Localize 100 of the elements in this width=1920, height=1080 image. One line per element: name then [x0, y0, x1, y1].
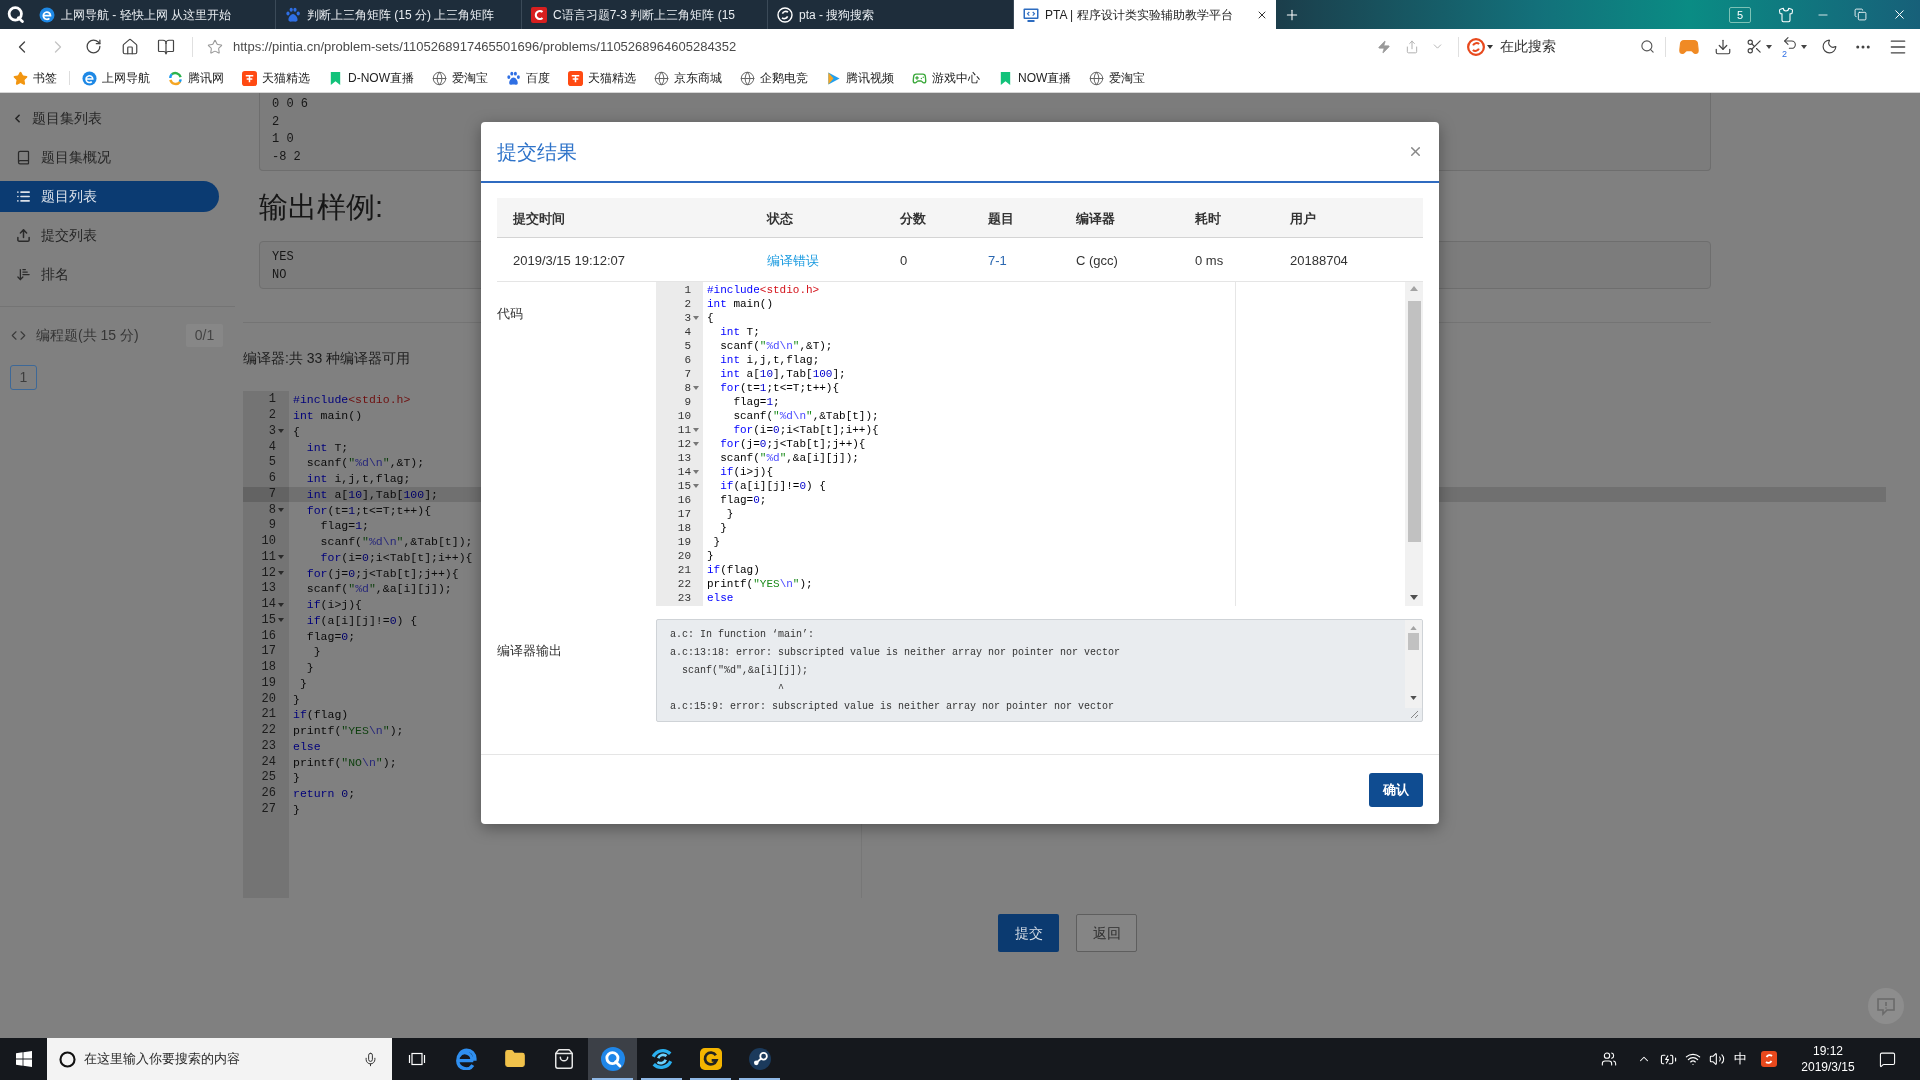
code-line: printf("YES\n"); — [707, 577, 813, 591]
code-line: int i,j,t,flag; — [719, 353, 820, 367]
line-number: 27 — [261, 801, 276, 817]
line-number: 22 — [261, 723, 276, 739]
table-cell: 0 ms — [1195, 252, 1224, 268]
code-line: flag=1; — [319, 518, 369, 534]
line-number: 10 — [677, 409, 691, 423]
line-number: 14 — [677, 465, 691, 479]
sample-line: YES — [272, 249, 294, 266]
column-header: 提交时间 — [513, 210, 565, 226]
line-number: 26 — [261, 786, 276, 802]
section-heading: 输出样例: — [259, 190, 384, 225]
code-line: #include<stdio.h> — [707, 283, 820, 297]
table-cell: 20188704 — [1290, 252, 1348, 268]
code-line: if(a[i][j]!=0) { — [305, 612, 418, 628]
line-number: 7 — [684, 367, 691, 381]
code-line: for(j=0;j<Tab[t];j++){ — [305, 565, 459, 581]
line-number: 14 — [261, 597, 276, 613]
line-number: 18 — [677, 521, 691, 535]
line-number: 11 — [261, 549, 276, 565]
line-number: 20 — [677, 549, 691, 563]
table-cell: 0 — [900, 252, 908, 268]
code-line: { — [707, 311, 714, 325]
line-number: 2 — [684, 297, 691, 311]
code-line: } — [712, 535, 721, 549]
code-line: } — [312, 644, 321, 660]
code-line: } — [293, 691, 300, 707]
line-number: 1 — [684, 283, 691, 297]
line-number: 11 — [677, 423, 691, 437]
code-line: int T; — [305, 439, 349, 455]
line-number: 21 — [261, 707, 276, 723]
line-number: 17 — [677, 507, 691, 521]
code-line: { — [293, 423, 300, 439]
line-number: 8 — [684, 381, 691, 395]
code-line: int a[10],Tab[100]; — [305, 486, 438, 502]
line-number: 23 — [677, 591, 691, 605]
code-line: printf("NO\n"); — [293, 754, 397, 770]
line-number: 24 — [261, 754, 276, 770]
code-line: if(a[i][j]!=0) { — [719, 479, 826, 493]
code-line: scanf("%d\n",&Tab[t]); — [732, 409, 879, 423]
line-number: 13 — [677, 451, 691, 465]
code-line: int T; — [719, 325, 760, 339]
line-number: 16 — [677, 493, 691, 507]
code-line: scanf("%d\n",&T); — [719, 339, 833, 353]
code-line: flag=0; — [305, 628, 356, 644]
code-line: } — [719, 521, 727, 535]
line-number: 18 — [261, 660, 276, 676]
code-line: scanf("%d",&a[i][j]); — [305, 581, 452, 597]
line-number: 6 — [684, 353, 691, 367]
line-number: 12 — [677, 437, 691, 451]
code-line: } — [305, 660, 314, 676]
compiler-note: 编译器:共 33 种编译器可用 — [243, 349, 411, 368]
output-line: a.c:13:18: error: subscripted value is neither array nor pointer nor vector — [670, 646, 1121, 660]
line-number: 9 — [684, 395, 691, 409]
code-line: for(t=1;t<=T;t++){ — [305, 502, 432, 518]
code-line: } — [725, 507, 734, 521]
line-number: 16 — [261, 628, 276, 644]
code-line: else — [293, 738, 321, 754]
code-line: flag=1; — [732, 395, 780, 409]
column-header: 编译器 — [1076, 210, 1115, 226]
code-line: scanf("%d",&a[i][j]); — [719, 451, 859, 465]
line-number: 5 — [684, 339, 691, 353]
code-line: int main() — [707, 297, 774, 311]
code-line: #include<stdio.h> — [293, 392, 411, 408]
sample-line: 1 0 — [272, 131, 294, 149]
line-number: 4 — [268, 439, 276, 455]
code-line: for(t=1;t<=T;t++){ — [719, 381, 840, 395]
code-line: } — [293, 801, 300, 817]
sample-line: NO — [272, 267, 287, 284]
column-header: 分数 — [900, 210, 926, 226]
line-number: 7 — [268, 486, 276, 502]
line-number: 2 — [268, 408, 276, 424]
line-number: 8 — [268, 502, 276, 518]
line-number: 21 — [677, 563, 691, 577]
output-line: scanf("%d",&a[i][j]); — [681, 664, 809, 678]
undo-count: 2 — [1782, 49, 1787, 59]
sample-line: 0 0 6 — [272, 96, 308, 113]
code-line: for(i=0;i<Tab[t];i++){ — [732, 423, 879, 437]
line-number: 10 — [261, 534, 276, 550]
code-line: } — [293, 770, 300, 786]
code-line: for(j=0;j<Tab[t];j++){ — [719, 437, 866, 451]
code-line: scanf("%d\n",&T); — [305, 455, 425, 471]
line-number: 19 — [261, 675, 276, 691]
line-number: 3 — [268, 423, 276, 439]
code-line: } — [298, 675, 307, 691]
line-number: 17 — [261, 644, 276, 660]
dialog-title: 提交结果 — [497, 139, 577, 165]
line-number: 20 — [261, 691, 276, 707]
line-number: 23 — [261, 738, 276, 754]
field-label: 代码 — [497, 306, 523, 321]
line-number: 3 — [684, 311, 691, 325]
code-line: scanf("%d\n",&Tab[t]); — [319, 534, 473, 550]
line-number: 6 — [268, 471, 276, 487]
column-header: 题目 — [988, 210, 1014, 226]
output-line: a.c: In function ‘main’: — [670, 628, 815, 642]
table-cell: C (gcc) — [1076, 252, 1118, 268]
line-number: 5 — [268, 455, 276, 471]
code-line: if(flag) — [293, 707, 349, 723]
line-number: 9 — [268, 518, 276, 534]
field-label: 编译器输出 — [497, 643, 562, 658]
